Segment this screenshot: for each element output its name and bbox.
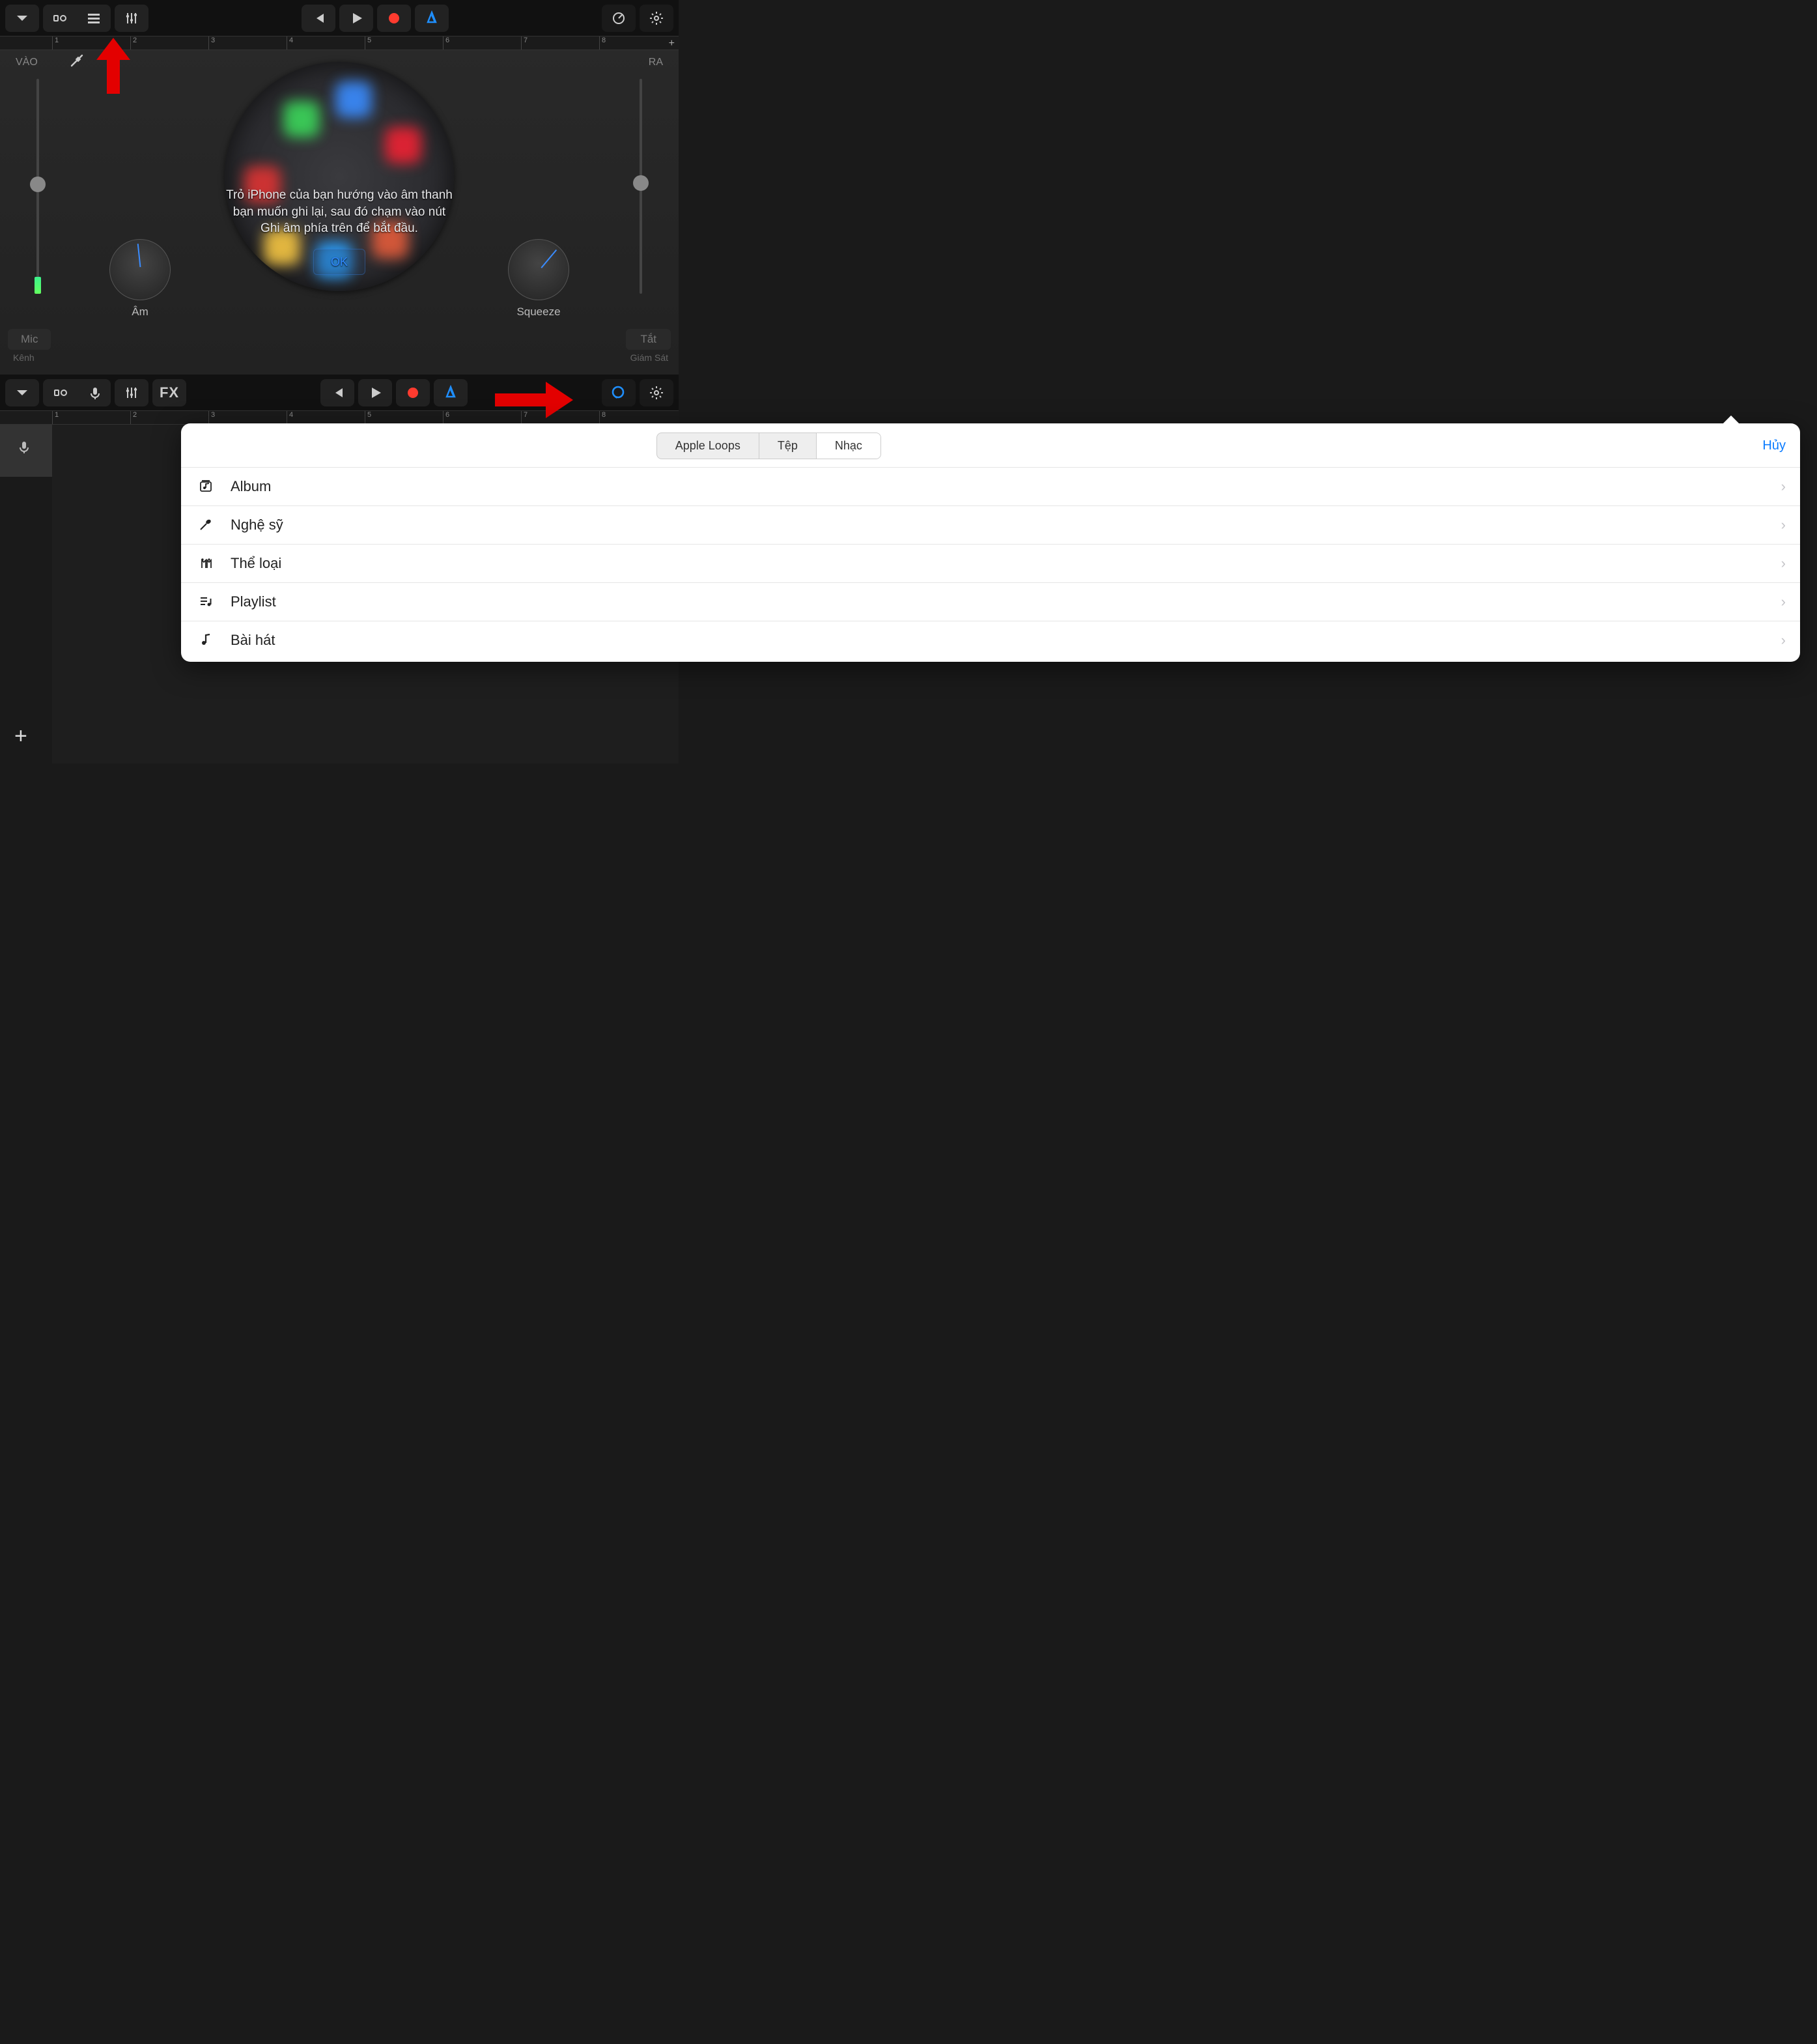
monitor-toggle-button[interactable]: Tắt [626, 329, 671, 350]
ruler-mark: 3 [208, 411, 215, 424]
slider-thumb[interactable] [30, 177, 46, 192]
slider-thumb[interactable] [633, 175, 649, 191]
ruler-bottom[interactable]: 1 2 3 4 5 6 7 8 [0, 410, 679, 425]
segment-music[interactable]: Nhạc [817, 433, 880, 459]
play-button[interactable] [358, 379, 392, 406]
segment-apple-loops[interactable]: Apple Loops [657, 433, 759, 459]
hint-ok-button[interactable]: OK [313, 249, 365, 275]
add-track-button[interactable]: + [14, 724, 27, 749]
ruler-mark: 8 [599, 36, 606, 50]
ruler-mark: 2 [130, 411, 137, 424]
mic-channel-button[interactable]: Mic [8, 329, 51, 350]
track-header[interactable] [0, 425, 52, 477]
metronome-button[interactable] [415, 5, 449, 32]
ruler-mark: 4 [287, 36, 293, 50]
view-toggle[interactable] [43, 5, 111, 32]
record-button[interactable] [396, 379, 430, 406]
music-category-list: Album › Nghệ sỹ › Thể loại › Playlist › … [181, 467, 1800, 659]
cancel-button[interactable]: Hủy [1758, 438, 1790, 453]
media-browser-popover: Apple Loops Tệp Nhạc Hủy Album › Nghệ sỹ… [181, 423, 1800, 662]
mic-track-icon [16, 440, 36, 462]
tone-knob[interactable] [109, 239, 171, 300]
squeeze-knob-label: Squeeze [508, 305, 569, 319]
popover-arrow [1723, 416, 1739, 423]
rewind-button[interactable] [302, 5, 335, 32]
master-volume-button[interactable] [602, 5, 636, 32]
output-label: RA [649, 57, 663, 68]
settings-button[interactable] [640, 5, 673, 32]
chevron-right-icon: › [1781, 478, 1786, 495]
ruler-mark: 1 [52, 411, 59, 424]
fx-label: FX [160, 384, 179, 401]
hint-overlay: Trỏ iPhone của bạn hướng vào âm thanh bạ… [222, 187, 457, 275]
annotation-arrow [495, 382, 573, 418]
bottom-toolbar: FX [0, 375, 679, 410]
input-plug-icon[interactable] [69, 53, 87, 74]
monitor-caption: Giám Sát [626, 352, 671, 363]
browser-view-icon [52, 10, 68, 26]
mic-channel-caption: Kênh [8, 352, 51, 363]
nav-back-button[interactable] [5, 5, 39, 32]
mic-view-icon [87, 386, 102, 400]
chevron-right-icon: › [1781, 555, 1786, 572]
tracks-view-icon [86, 10, 102, 26]
fx-button[interactable]: FX [152, 379, 186, 406]
chevron-right-icon: › [1781, 593, 1786, 610]
hint-text: Trỏ iPhone của bạn hướng vào âm thanh bạ… [222, 187, 457, 237]
row-label: Album [231, 478, 1781, 495]
ruler-mark: 4 [287, 411, 293, 424]
loop-browser-button[interactable] [602, 379, 636, 406]
squeeze-knob[interactable] [508, 239, 569, 300]
input-level-slider[interactable] [36, 79, 39, 294]
add-section-icon[interactable]: + [669, 38, 675, 50]
ruler-mark: 2 [130, 36, 137, 50]
record-button[interactable] [377, 5, 411, 32]
ruler-mark: 6 [443, 36, 449, 50]
tone-knob-label: Âm [109, 305, 171, 319]
row-label: Nghệ sỹ [231, 517, 1781, 533]
track-controls-button[interactable] [115, 5, 148, 32]
output-level-slider[interactable] [640, 79, 642, 294]
row-artist[interactable]: Nghệ sỹ › [181, 505, 1800, 544]
row-label: Thể loại [231, 555, 1781, 572]
track-controls-button[interactable] [115, 379, 148, 406]
ruler-mark: 7 [521, 36, 528, 50]
playlist-icon [195, 593, 218, 610]
ruler-mark: 1 [52, 36, 59, 50]
settings-button[interactable] [640, 379, 673, 406]
row-label: Bài hát [231, 632, 1781, 649]
play-button[interactable] [339, 5, 373, 32]
input-label: VÀO [16, 57, 38, 68]
ruler-mark: 5 [365, 411, 371, 424]
source-segmented-control[interactable]: Apple Loops Tệp Nhạc [656, 433, 881, 459]
artist-icon [195, 517, 218, 533]
annotation-arrow [96, 38, 130, 94]
level-meter [35, 277, 41, 294]
ruler-mark: 5 [365, 36, 371, 50]
chevron-right-icon: › [1781, 632, 1786, 649]
row-label: Playlist [231, 593, 1781, 610]
row-song[interactable]: Bài hát › [181, 621, 1800, 659]
album-icon [195, 478, 218, 495]
chevron-right-icon: › [1781, 517, 1786, 533]
segment-files[interactable]: Tệp [759, 433, 817, 459]
song-icon [195, 632, 218, 649]
genre-icon [195, 555, 218, 572]
rewind-button[interactable] [320, 379, 354, 406]
browser-view-icon [53, 385, 68, 401]
metronome-button[interactable] [434, 379, 468, 406]
row-genre[interactable]: Thể loại › [181, 544, 1800, 582]
ruler-mark: 3 [208, 36, 215, 50]
row-playlist[interactable]: Playlist › [181, 582, 1800, 621]
nav-back-button[interactable] [5, 379, 39, 406]
ruler-mark: 6 [443, 411, 449, 424]
top-toolbar [0, 0, 679, 36]
row-album[interactable]: Album › [181, 467, 1800, 505]
ruler-mark: 8 [599, 411, 606, 424]
view-toggle[interactable] [43, 379, 111, 406]
